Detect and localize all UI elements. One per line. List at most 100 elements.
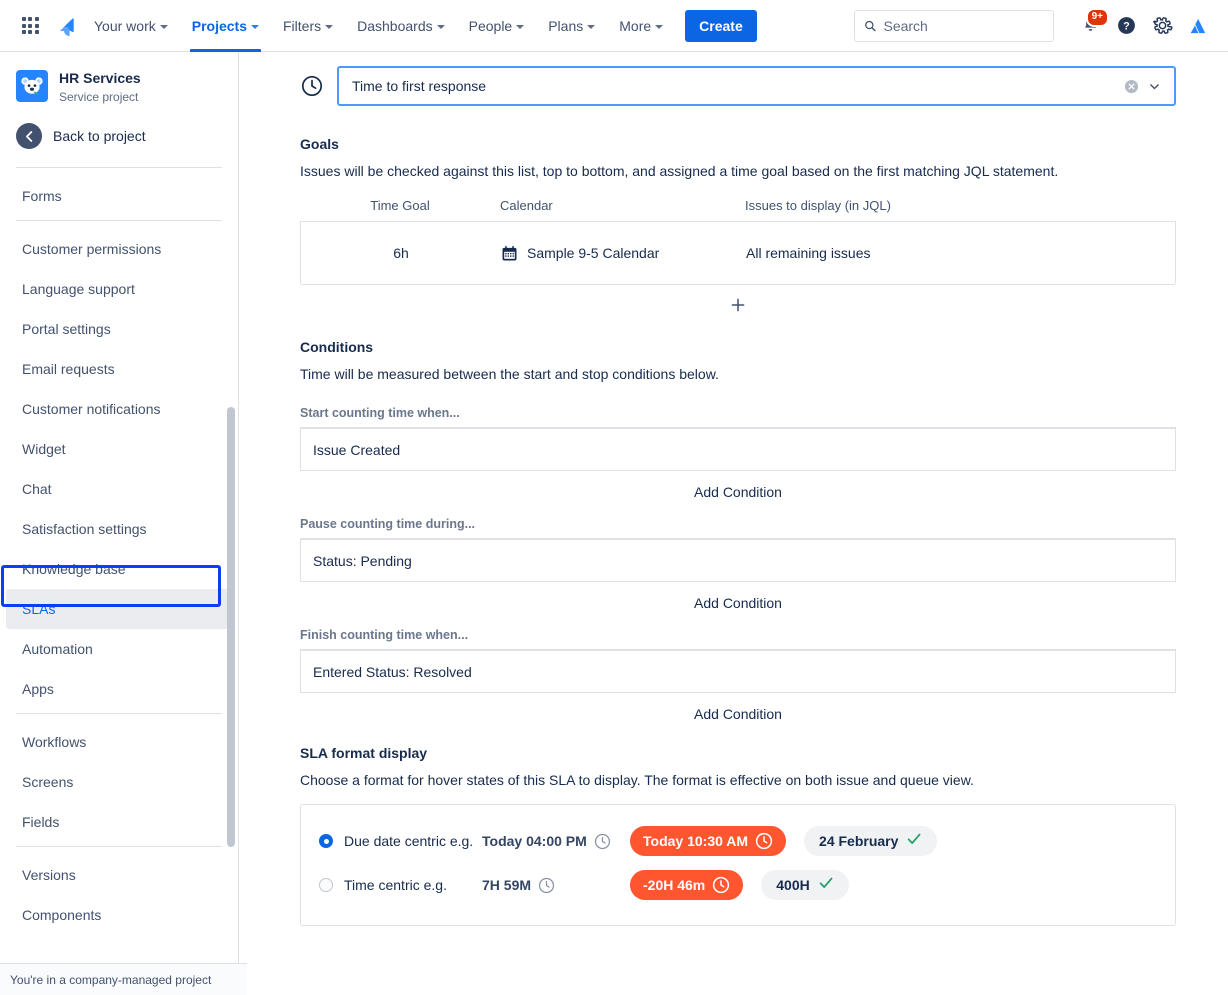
app-switcher-icon[interactable] (14, 10, 46, 42)
create-button[interactable]: Create (685, 10, 757, 42)
nav-item-projects[interactable]: Projects (180, 0, 271, 52)
sidebar-item-email-requests[interactable]: Email requests (6, 349, 232, 389)
nav-item-filters[interactable]: Filters (271, 0, 345, 52)
chevron-down-icon (160, 25, 168, 29)
sidebar-divider (16, 713, 222, 714)
search-input[interactable] (883, 18, 1044, 34)
goal-calendar: Sample 9-5 Calendar (501, 245, 746, 262)
pause-condition-value[interactable]: Status: Pending (300, 540, 1176, 582)
format-sample-breached-text: -20H 46m (643, 877, 705, 893)
add-goal-button[interactable] (300, 285, 1176, 325)
format-option-time-centric[interactable]: Time centric e.g. 7H 59M -20H 46m (319, 863, 1157, 907)
notifications-button[interactable]: 9+ (1074, 10, 1106, 42)
radio-due-date-centric[interactable] (319, 834, 333, 848)
clock-icon (755, 832, 773, 850)
format-sample-ok-text: 7H 59M (482, 877, 531, 893)
clock-icon (594, 833, 611, 850)
back-to-project-label: Back to project (53, 128, 146, 144)
check-icon (818, 875, 834, 895)
format-options-card: Due date centric e.g. Today 04:00 PM Tod… (300, 804, 1176, 926)
top-navigation-bar: Your work Projects Filters Dashboards Pe… (0, 0, 1228, 52)
koala-avatar-icon (16, 70, 48, 102)
sidebar-item-knowledge-base[interactable]: Knowledge base (6, 549, 232, 589)
nav-label: More (619, 18, 651, 34)
sidebar-item-apps[interactable]: Apps (6, 669, 232, 709)
settings-button[interactable] (1146, 10, 1178, 42)
sidebar-item-versions[interactable]: Versions (6, 855, 232, 895)
sidebar-divider (16, 167, 222, 168)
profile-avatar[interactable] (1182, 10, 1214, 42)
format-option-due-date-centric[interactable]: Due date centric e.g. Today 04:00 PM Tod… (319, 819, 1157, 863)
nav-item-plans[interactable]: Plans (536, 0, 607, 52)
sla-name-row (300, 66, 1176, 106)
format-option-label: Time centric e.g. (344, 877, 482, 893)
gear-icon (1152, 15, 1173, 36)
format-sample-completed-text: 400H (776, 877, 809, 893)
sidebar-item-workflows[interactable]: Workflows (6, 722, 232, 762)
add-finish-condition-button[interactable]: Add Condition (300, 693, 1176, 735)
chevron-down-icon (516, 25, 524, 29)
format-title: SLA format display (300, 745, 1176, 761)
sidebar-item-screens[interactable]: Screens (6, 762, 232, 802)
search-icon (864, 19, 876, 33)
goal-row[interactable]: 6h Sample 9-5 Calendar All remaini (300, 222, 1176, 285)
pause-condition-label: Pause counting time during... (300, 517, 1176, 540)
sidebar-divider (16, 220, 222, 221)
nav-label: Projects (192, 18, 247, 34)
footer-label: You're in a company-managed project (10, 973, 211, 987)
check-icon (906, 831, 922, 851)
sidebar-item-satisfaction-settings[interactable]: Satisfaction settings (6, 509, 232, 549)
sidebar-item-fields[interactable]: Fields (6, 802, 232, 842)
nav-item-people[interactable]: People (457, 0, 537, 52)
nav-item-more[interactable]: More (607, 0, 675, 52)
finish-condition-block: Finish counting time when... Entered Sta… (300, 628, 1176, 735)
atlassian-avatar-icon (1188, 16, 1208, 36)
format-option-label: Due date centric e.g. (344, 833, 482, 849)
format-sample-completed-text: 24 February (819, 833, 898, 849)
format-sample-breached-text: Today 10:30 AM (643, 833, 748, 849)
company-managed-footer: You're in a company-managed project (0, 963, 247, 995)
add-pause-condition-button[interactable]: Add Condition (300, 582, 1176, 624)
nav-label: Dashboards (357, 18, 433, 34)
add-start-condition-button[interactable]: Add Condition (300, 471, 1176, 513)
sidebar-item-forms[interactable]: Forms (6, 176, 232, 216)
search-box[interactable] (854, 10, 1054, 42)
sidebar-item-components[interactable]: Components (6, 895, 232, 935)
sla-name-field[interactable] (337, 66, 1176, 106)
calendar-icon (501, 245, 518, 262)
back-to-project-button[interactable]: Back to project (0, 109, 238, 163)
chevron-down-icon[interactable] (1142, 75, 1166, 97)
project-header[interactable]: HR Services Service project (0, 52, 238, 109)
goals-title: Goals (300, 136, 1176, 152)
sidebar-scrollbar-thumb[interactable] (227, 407, 235, 847)
finish-condition-value[interactable]: Entered Status: Resolved (300, 651, 1176, 693)
finish-condition-label: Finish counting time when... (300, 628, 1176, 651)
jira-logo-icon[interactable] (48, 10, 82, 42)
chevron-down-icon (251, 25, 259, 29)
sidebar-item-portal-settings[interactable]: Portal settings (6, 309, 232, 349)
radio-time-centric[interactable] (319, 878, 333, 892)
clock-icon (300, 74, 324, 98)
goal-time: 6h (301, 245, 501, 261)
goal-calendar-label: Sample 9-5 Calendar (527, 245, 659, 261)
sidebar-item-slas[interactable]: SLAs (6, 589, 232, 629)
goals-table-header: Time Goal Calendar Issues to display (in… (300, 198, 1176, 222)
nav-label: Your work (94, 18, 156, 34)
sidebar-item-customer-permissions[interactable]: Customer permissions (6, 229, 232, 269)
clock-icon (712, 876, 730, 894)
sidebar-item-language-support[interactable]: Language support (6, 269, 232, 309)
column-header-calendar: Calendar (500, 198, 745, 213)
chevron-down-icon (437, 25, 445, 29)
nav-item-dashboards[interactable]: Dashboards (345, 0, 457, 52)
sidebar-item-automation[interactable]: Automation (6, 629, 232, 669)
nav-item-your-work[interactable]: Your work (82, 0, 180, 52)
sidebar-item-widget[interactable]: Widget (6, 429, 232, 469)
help-button[interactable]: ? (1110, 10, 1142, 42)
sla-name-input[interactable] (352, 78, 1120, 94)
sidebar-nav-list: Forms Customer permissions Language supp… (0, 176, 238, 935)
sidebar-item-customer-notifications[interactable]: Customer notifications (6, 389, 232, 429)
sla-editor-panel: Goals Issues will be checked against thi… (240, 52, 1228, 995)
start-condition-value[interactable]: Issue Created (300, 429, 1176, 471)
clear-circle-icon[interactable] (1120, 75, 1142, 97)
sidebar-item-chat[interactable]: Chat (6, 469, 232, 509)
